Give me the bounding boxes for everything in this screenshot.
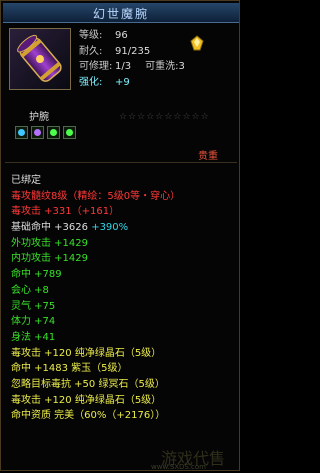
title-bar: 幻世魔腕	[3, 3, 239, 23]
attr-hit-aptitude: 命中资质 完美（60%（+2176））	[11, 410, 166, 422]
socket-row	[15, 126, 76, 139]
attr-poison-attack: 毒攻击 +331（+161）	[11, 206, 120, 218]
durability-label: 耐久:	[79, 45, 103, 57]
watermark-url: www.SXDS.com	[151, 463, 207, 471]
item-tooltip: 幻世魔腕 等级: 96 耐久: 91/235 可修理: 1/3 可重洗:3 强化…	[0, 0, 240, 471]
item-icon-frame[interactable]	[9, 28, 71, 90]
durability-value: 91/235	[115, 45, 151, 57]
enhance-label: 强化:	[79, 76, 103, 88]
attribute-list: 已绑定 毒攻髓纹8级（精绘：5级0等・穿心） 毒攻击 +331（+161） 基础…	[11, 173, 239, 424]
divider	[5, 162, 237, 163]
item-category: 护腕	[29, 112, 49, 123]
level-label: 等级:	[79, 30, 103, 41]
repair-value: 1/3	[115, 61, 132, 72]
attr-hit: 命中 +789	[11, 269, 62, 281]
attr-outer-attack: 外功攻击 +1429	[11, 237, 89, 249]
attr-gem-4: 毒攻击 +120 纯净绿晶石（5级）	[11, 394, 162, 406]
attr-gem-2: 命中 +1483 紫玉（5级）	[11, 363, 128, 375]
socket-1[interactable]	[15, 126, 28, 139]
purple-bracer-icon	[10, 29, 70, 89]
socket-3[interactable]	[47, 126, 60, 139]
attr-stamina: 体力 +74	[11, 316, 56, 328]
gold-gem-icon	[189, 35, 205, 54]
attr-base-hit: 基础命中 +3626 +390%	[11, 220, 239, 236]
emerald-gem-icon	[50, 129, 57, 136]
repair-label: 可修理:	[79, 61, 113, 72]
sapphire-gem-icon	[18, 129, 25, 136]
socket-2[interactable]	[31, 126, 44, 139]
reforge-label: 可重洗:	[145, 61, 179, 72]
amethyst-gem-icon	[34, 129, 41, 136]
reforge-value: 3	[178, 61, 185, 72]
attr-base-hit-text: 基础命中 +3626	[11, 222, 92, 234]
socket-4[interactable]	[63, 126, 76, 139]
attr-agility: 身法 +41	[11, 331, 56, 343]
rarity-label: 贵重	[198, 151, 218, 162]
attr-spirit: 灵气 +75	[11, 300, 56, 312]
attr-inner-attack: 内功攻击 +1429	[11, 253, 89, 265]
item-name: 幻世魔腕	[92, 7, 149, 21]
emerald-gem-icon	[66, 129, 73, 136]
attr-engrave: 毒攻髓纹8级（精绘：5级0等・穿心）	[11, 190, 181, 202]
star-rating: ☆☆☆☆☆☆☆☆☆☆	[119, 112, 210, 122]
enhance-value: +9	[115, 76, 130, 88]
level-value: 96	[115, 30, 128, 41]
item-stats: 等级: 96 耐久: 91/235 可修理: 1/3 可重洗:3 强化: +9	[79, 28, 239, 90]
attr-gem-3: 忽略目标毒抗 +50 绿冥石（5级）	[11, 378, 165, 390]
attr-base-hit-pct: +390%	[91, 222, 129, 234]
attr-gem-1: 毒攻击 +120 纯净绿晶石（5级）	[11, 347, 162, 359]
attr-bound: 已绑定	[11, 175, 41, 186]
attr-crit: 会心 +8	[11, 284, 49, 296]
